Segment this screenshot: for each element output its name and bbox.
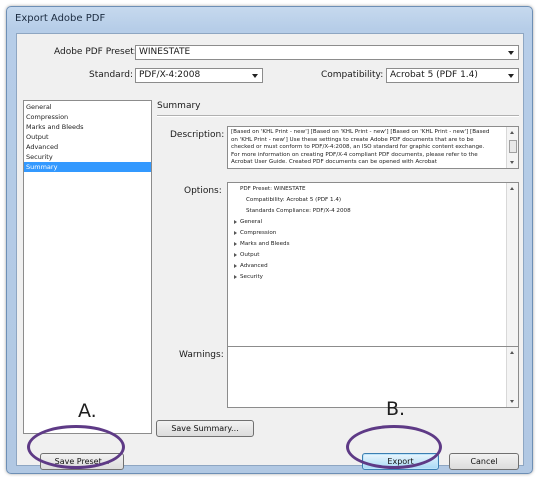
scroll-thumb[interactable] bbox=[509, 140, 517, 153]
chevron-down-icon bbox=[508, 51, 514, 55]
tree-item-label: Security bbox=[240, 274, 263, 280]
preset-dropdown[interactable]: WINESTATE bbox=[135, 45, 519, 60]
tree-item-output[interactable]: Output bbox=[234, 252, 259, 258]
compatibility-value: Acrobat 5 (PDF 1.4) bbox=[390, 70, 478, 80]
tree-item-label: Marks and Bleeds bbox=[240, 241, 290, 247]
category-list: General Compression Marks and Bleeds Out… bbox=[23, 100, 152, 434]
options-label: Options: bbox=[184, 186, 222, 196]
standard-dropdown[interactable]: PDF/X-4:2008 bbox=[135, 68, 263, 83]
tree-item-label: Output bbox=[240, 252, 260, 258]
description-scrollbar[interactable] bbox=[506, 127, 518, 168]
warnings-label: Warnings: bbox=[179, 350, 224, 360]
scroll-up-icon[interactable] bbox=[510, 187, 514, 190]
annotation-ellipse-b bbox=[346, 425, 442, 469]
preset-label: Adobe PDF Preset: bbox=[54, 47, 137, 57]
expand-triangle-icon[interactable] bbox=[234, 219, 237, 224]
expand-triangle-icon[interactable] bbox=[234, 252, 237, 257]
options-preset-line: PDF Preset: WINESTATE bbox=[240, 186, 306, 192]
standard-value: PDF/X-4:2008 bbox=[139, 70, 201, 80]
window-title: Export Adobe PDF bbox=[15, 13, 106, 24]
sidebar-item-output[interactable]: Output bbox=[24, 132, 151, 142]
expand-triangle-icon[interactable] bbox=[234, 263, 237, 268]
sidebar-item-security[interactable]: Security bbox=[24, 152, 151, 162]
tree-item-compression[interactable]: Compression bbox=[234, 230, 276, 236]
annotation-label-a: A. bbox=[78, 400, 97, 422]
expand-triangle-icon[interactable] bbox=[234, 241, 237, 246]
compatibility-dropdown[interactable]: Acrobat 5 (PDF 1.4) bbox=[386, 68, 519, 83]
sidebar-item-general[interactable]: General bbox=[24, 102, 151, 112]
section-divider bbox=[157, 115, 519, 117]
description-textarea[interactable]: [Based on 'KHL Print - new'] [Based on '… bbox=[227, 126, 519, 169]
options-standards-line: Standards Compliance: PDF/X-4 2008 bbox=[246, 208, 351, 214]
standard-label: Standard: bbox=[89, 70, 133, 80]
warnings-scrollbar[interactable] bbox=[506, 347, 518, 407]
scroll-down-icon[interactable] bbox=[510, 400, 514, 403]
save-summary-button[interactable]: Save Summary... bbox=[156, 420, 254, 437]
scroll-up-icon[interactable] bbox=[510, 131, 514, 134]
section-title: Summary bbox=[157, 101, 201, 111]
options-scrollbar[interactable] bbox=[506, 183, 518, 358]
description-label: Description: bbox=[170, 130, 225, 140]
tree-item-label: Compression bbox=[240, 230, 277, 236]
chevron-down-icon bbox=[508, 74, 514, 78]
tree-item-advanced[interactable]: Advanced bbox=[234, 263, 268, 269]
tree-item-marks-and-bleeds[interactable]: Marks and Bleeds bbox=[234, 241, 290, 247]
annotation-label-b: B. bbox=[386, 398, 406, 420]
warnings-box[interactable] bbox=[227, 346, 519, 408]
tree-item-security[interactable]: Security bbox=[234, 274, 263, 280]
chevron-down-icon bbox=[252, 74, 258, 78]
cancel-button[interactable]: Cancel bbox=[449, 453, 519, 470]
tree-item-general[interactable]: General bbox=[234, 219, 262, 225]
scroll-up-icon[interactable] bbox=[510, 351, 514, 354]
expand-triangle-icon[interactable] bbox=[234, 230, 237, 235]
sidebar-item-summary[interactable]: Summary bbox=[24, 162, 151, 172]
scroll-down-icon[interactable] bbox=[510, 161, 514, 164]
sidebar-item-marks-and-bleeds[interactable]: Marks and Bleeds bbox=[24, 122, 151, 132]
preset-value: WINESTATE bbox=[139, 47, 191, 57]
description-text: [Based on 'KHL Print - new'] [Based on '… bbox=[231, 129, 490, 166]
expand-triangle-icon[interactable] bbox=[234, 274, 237, 279]
tree-item-label: Advanced bbox=[240, 263, 268, 269]
annotation-ellipse-a bbox=[27, 425, 125, 469]
sidebar-item-advanced[interactable]: Advanced bbox=[24, 142, 151, 152]
compatibility-label: Compatibility: bbox=[321, 70, 384, 80]
options-tree[interactable]: PDF Preset: WINESTATE Compatibility: Acr… bbox=[227, 182, 519, 359]
sidebar-item-compression[interactable]: Compression bbox=[24, 112, 151, 122]
options-compat-line: Compatibility: Acrobat 5 (PDF 1.4) bbox=[246, 197, 342, 203]
tree-item-label: General bbox=[240, 219, 263, 225]
